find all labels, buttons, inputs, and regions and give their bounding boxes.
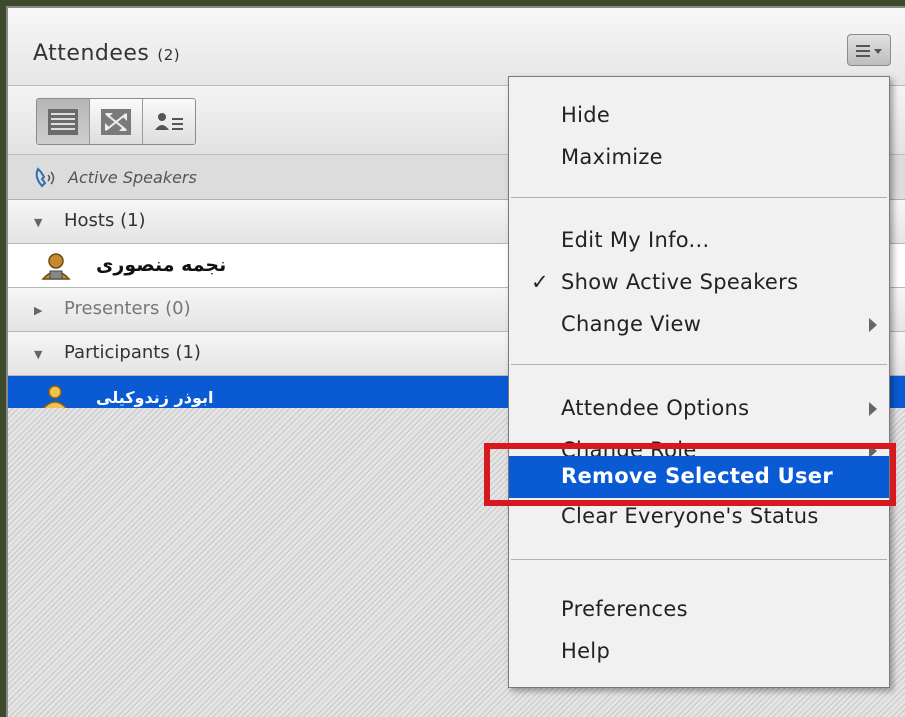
expanded-triangle-icon: ▼ <box>34 216 43 229</box>
expanded-triangle-icon: ▼ <box>34 348 43 361</box>
collapsed-triangle-icon: ▶ <box>34 304 43 317</box>
grid-view-icon <box>101 108 131 135</box>
submenu-arrow-icon <box>869 402 877 416</box>
menu-item-maximize[interactable]: Maximize <box>509 139 889 179</box>
checkmark-icon: ✓ <box>531 270 549 294</box>
menu-item-edit-my-info[interactable]: Edit My Info... <box>509 222 889 262</box>
host-avatar-icon <box>41 253 71 280</box>
menu-item-preferences[interactable]: Preferences <box>509 591 889 631</box>
group-presenters-label: Presenters (0) <box>64 298 191 319</box>
menu-item-attendee-options[interactable]: Attendee Options <box>509 390 889 430</box>
active-speakers-label: Active Speakers <box>68 168 197 187</box>
menu-item-help[interactable]: Help <box>509 633 889 673</box>
menu-item-label: Clear Everyone's Status <box>561 504 819 528</box>
user-details-icon <box>155 112 183 130</box>
pod-title: Attendees (2) <box>33 41 180 66</box>
menu-item-change-view[interactable]: Change View <box>509 306 889 346</box>
pod-options-button[interactable] <box>847 34 891 66</box>
list-view-button[interactable] <box>37 99 90 144</box>
menu-item-label: Change View <box>561 312 702 336</box>
menu-item-label: Preferences <box>561 597 688 621</box>
participant-avatar-icon <box>41 385 69 410</box>
menu-item-show-active-speakers[interactable]: ✓ Show Active Speakers <box>509 264 889 304</box>
menu-item-hide[interactable]: Hide <box>509 97 889 137</box>
group-hosts-label: Hosts (1) <box>64 210 146 231</box>
pod-options-menu: Hide Maximize Edit My Info... ✓ Show Act… <box>508 76 890 688</box>
submenu-arrow-icon <box>869 318 877 332</box>
pod-title-label: Attendees <box>33 41 150 66</box>
menu-separator <box>511 197 887 198</box>
attendee-count: (2) <box>157 46 181 64</box>
grid-view-button[interactable] <box>90 99 143 144</box>
menu-item-label: Edit My Info... <box>561 228 710 252</box>
menu-item-label: Help <box>561 639 611 663</box>
menu-item-label: Hide <box>561 103 611 127</box>
menu-separator <box>511 364 887 365</box>
user-details-button[interactable] <box>143 99 195 144</box>
attendee-name: ابوذر زندوکیلی <box>96 388 214 407</box>
menu-item-label: Show Active Speakers <box>561 270 799 294</box>
phone-speaker-icon <box>35 167 55 188</box>
list-view-icon <box>48 108 78 135</box>
attendees-pod: Attendees (2) Active Speakers ▼ Hosts (1… <box>6 6 905 717</box>
menu-item-label: Maximize <box>561 145 663 169</box>
pod-header: Attendees (2) <box>8 8 905 86</box>
attendee-name: نجمه منصوری <box>96 254 227 276</box>
menu-item-label: Attendee Options <box>561 396 750 420</box>
view-switcher <box>36 98 196 145</box>
group-participants-label: Participants (1) <box>64 342 201 363</box>
menu-separator <box>511 559 887 560</box>
hamburger-menu-icon <box>856 45 882 57</box>
callout-highlight-box <box>484 443 896 506</box>
